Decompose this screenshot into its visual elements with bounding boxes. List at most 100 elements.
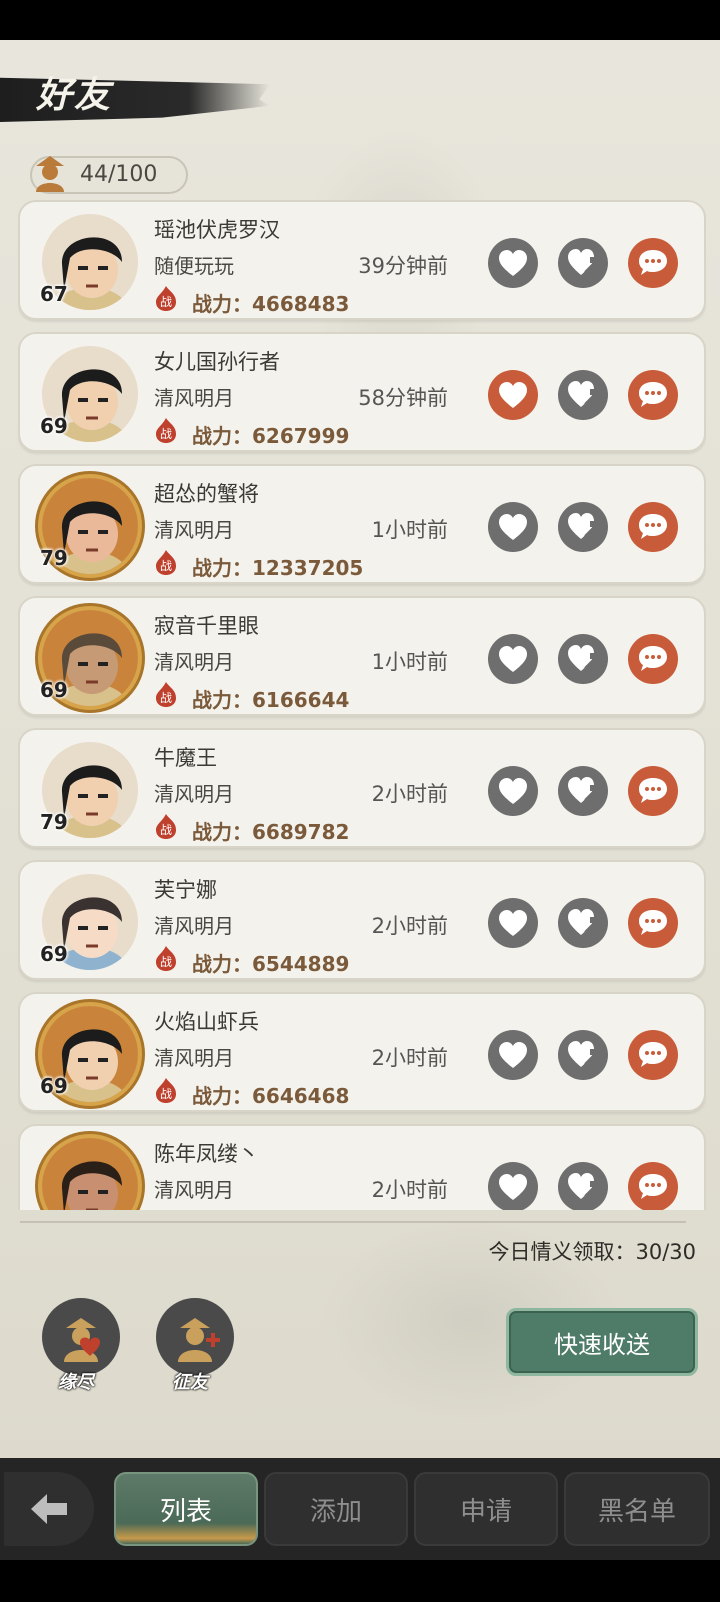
friend-row[interactable]: 67 瑶池伏虎罗汉 随便玩玩 39分钟前 战 战力：4668483	[18, 200, 706, 320]
friend-power: 战力：6646468	[192, 1084, 350, 1108]
gift-heart-button[interactable]	[558, 502, 608, 552]
combat-flame-icon: 战	[156, 1078, 176, 1103]
friend-signature: 清风明月	[154, 1178, 234, 1202]
friend-level: 69	[40, 942, 68, 966]
chat-button[interactable]	[628, 1030, 678, 1080]
friend-row[interactable]: 69 女儿国孙行者 清风明月 58分钟前 战 战力：6267999	[18, 332, 706, 452]
friend-name: 寂音千里眼	[154, 614, 259, 638]
heart-icon	[499, 646, 527, 672]
friend-last-online: 1小时前	[371, 518, 448, 542]
heart-send-icon	[568, 909, 599, 935]
chat-button[interactable]	[628, 634, 678, 684]
heart-icon	[499, 778, 527, 804]
quick-send-receive-button[interactable]: 快速收送	[506, 1308, 698, 1376]
add-person-icon	[178, 1318, 220, 1362]
friend-power: 战力：12337205	[192, 556, 364, 580]
heart-send-icon	[568, 645, 599, 671]
back-button[interactable]	[4, 1472, 94, 1546]
combat-badge-text: 战	[160, 295, 172, 309]
friend-count: 44/100	[80, 162, 158, 187]
send-heart-button[interactable]	[488, 238, 538, 288]
send-heart-button[interactable]	[488, 1162, 538, 1210]
gift-heart-button[interactable]	[558, 1030, 608, 1080]
heart-send-icon	[568, 1041, 599, 1067]
chat-button[interactable]	[628, 502, 678, 552]
chat-bubble-icon	[639, 1042, 667, 1067]
send-heart-button[interactable]	[488, 634, 538, 684]
friends-screen: 好友 44/100 67 瑶池伏虎罗汉 随便玩玩 39分钟前 战 战力：4668…	[0, 40, 720, 1560]
remove-friend-button[interactable]	[42, 1298, 120, 1376]
chat-button[interactable]	[628, 370, 678, 420]
friend-level: 79	[40, 546, 68, 570]
daily-claim-status: 今日情义领取：30/30	[488, 1240, 696, 1264]
friend-power: 战力：6267999	[192, 424, 350, 448]
tab-add[interactable]: 添加	[264, 1472, 408, 1546]
gift-heart-button[interactable]	[558, 1162, 608, 1210]
chat-bubble-icon	[639, 910, 667, 935]
gift-heart-button[interactable]	[558, 898, 608, 948]
friend-list[interactable]: 67 瑶池伏虎罗汉 随便玩玩 39分钟前 战 战力：4668483 69 女儿国…	[18, 200, 706, 1210]
send-heart-button[interactable]	[488, 766, 538, 816]
tab-requests[interactable]: 申请	[414, 1472, 558, 1546]
friend-row[interactable]: 79 超怂的蟹将 清风明月 1小时前 战 战力：12337205	[18, 464, 706, 584]
friend-last-online: 1小时前	[371, 650, 448, 674]
heart-send-icon	[568, 1173, 599, 1199]
friend-person-icon	[36, 156, 64, 192]
friend-signature: 清风明月	[154, 914, 234, 938]
friend-signature: 清风明月	[154, 518, 234, 542]
combat-flame-icon: 战	[156, 946, 176, 971]
friend-row[interactable]: 69 芙宁娜 清风明月 2小时前 战 战力：6544889	[18, 860, 706, 980]
friend-last-online: 2小时前	[371, 1046, 448, 1070]
heart-send-icon	[568, 777, 599, 803]
friend-last-online: 2小时前	[371, 1178, 448, 1202]
bottom-tab-bar: 列表 添加 申请 黑名单	[0, 1458, 720, 1560]
friend-signature: 清风明月	[154, 386, 234, 410]
friend-row[interactable]: 79 牛魔王 清风明月 2小时前 战 战力：6689782	[18, 728, 706, 848]
chat-bubble-icon	[639, 250, 667, 275]
friend-name: 芙宁娜	[154, 878, 217, 902]
send-heart-button[interactable]	[488, 1030, 538, 1080]
friend-power: 战力：4668483	[192, 292, 350, 316]
friend-last-online: 39分钟前	[358, 254, 448, 278]
friend-row[interactable]: 69 火焰山虾兵 清风明月 2小时前 战 战力：6646468	[18, 992, 706, 1112]
tab-blacklist[interactable]: 黑名单	[564, 1472, 710, 1546]
back-arrow-icon	[31, 1494, 67, 1524]
friend-name: 女儿国孙行者	[154, 350, 280, 374]
recruit-friend-label: 征友	[172, 1372, 208, 1393]
heart-icon	[499, 1042, 527, 1068]
tab-list[interactable]: 列表	[114, 1472, 258, 1546]
combat-flame-icon: 战	[156, 286, 176, 311]
send-heart-button[interactable]	[488, 370, 538, 420]
friend-row[interactable]: 陈年凤缕丶 清风明月 2小时前	[18, 1124, 706, 1210]
heart-icon	[499, 514, 527, 540]
friend-power: 战力：6166644	[192, 688, 350, 712]
friend-signature: 随便玩玩	[154, 254, 234, 278]
combat-flame-icon: 战	[156, 682, 176, 707]
send-heart-button[interactable]	[488, 502, 538, 552]
combat-badge-text: 战	[160, 955, 172, 969]
chat-button[interactable]	[628, 898, 678, 948]
gift-heart-button[interactable]	[558, 238, 608, 288]
gift-heart-button[interactable]	[558, 634, 608, 684]
combat-badge-text: 战	[160, 823, 172, 837]
combat-flame-icon: 战	[156, 418, 176, 443]
gift-heart-button[interactable]	[558, 370, 608, 420]
friend-row[interactable]: 69 寂音千里眼 清风明月 1小时前 战 战力：6166644	[18, 596, 706, 716]
chat-button[interactable]	[628, 766, 678, 816]
chat-button[interactable]	[628, 1162, 678, 1210]
friend-level: 69	[40, 414, 68, 438]
heart-icon	[499, 382, 527, 408]
gift-heart-button[interactable]	[558, 766, 608, 816]
friend-name: 陈年凤缕丶	[154, 1142, 259, 1166]
chat-bubble-icon	[639, 778, 667, 803]
send-heart-button[interactable]	[488, 898, 538, 948]
broken-heart-person-icon	[64, 1318, 100, 1362]
chat-button[interactable]	[628, 238, 678, 288]
friend-power: 战力：6544889	[192, 952, 350, 976]
friend-avatar[interactable]	[42, 1138, 138, 1210]
combat-badge-text: 战	[160, 691, 172, 705]
friend-last-online: 2小时前	[371, 914, 448, 938]
recruit-friend-button[interactable]	[156, 1298, 234, 1376]
friend-last-online: 2小时前	[371, 782, 448, 806]
combat-badge-text: 战	[160, 427, 172, 441]
